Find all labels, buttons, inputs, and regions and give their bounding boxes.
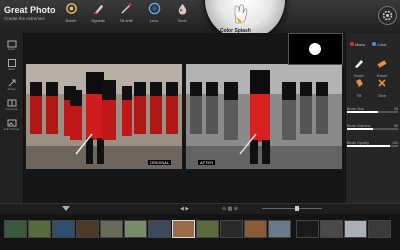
zoom-slider-knob[interactable] bbox=[295, 206, 299, 211]
mode-mono-label: Mono bbox=[355, 42, 366, 47]
tool-lens[interactable]: Lens bbox=[143, 2, 165, 23]
navigator-preview[interactable] bbox=[288, 33, 343, 65]
film-thumb[interactable] bbox=[4, 220, 27, 238]
film-thumb[interactable] bbox=[148, 220, 171, 238]
color-splash-hand-icon bbox=[234, 4, 248, 24]
slider-fill bbox=[347, 128, 373, 130]
film-thumb[interactable] bbox=[220, 220, 243, 238]
nav-arrows[interactable]: ◀ ▶ bbox=[180, 206, 189, 212]
tool-clear[interactable]: Clear bbox=[375, 76, 389, 98]
mono-dot-icon bbox=[350, 42, 354, 46]
film-thumb[interactable] bbox=[28, 220, 51, 238]
chevron-down-icon[interactable] bbox=[62, 206, 70, 211]
tool-label: Vignette bbox=[91, 19, 105, 23]
mode-color[interactable]: Color bbox=[372, 42, 387, 47]
slider-label: Brush Size bbox=[347, 107, 364, 111]
tool-vignette[interactable]: Vignette bbox=[87, 2, 109, 23]
mode-mono[interactable]: Mono bbox=[350, 42, 365, 47]
film-thumb[interactable] bbox=[76, 220, 99, 238]
film-thumb[interactable] bbox=[100, 220, 123, 238]
save-button[interactable]: Save bbox=[2, 58, 21, 72]
film-thumb[interactable] bbox=[320, 220, 343, 238]
compare-label: Compare bbox=[5, 107, 18, 111]
slider-value: 100 bbox=[392, 141, 398, 145]
next-icon[interactable]: ▶ bbox=[185, 206, 189, 212]
preview-image bbox=[309, 43, 321, 55]
mode-color-label: Color bbox=[377, 42, 387, 47]
film-thumb[interactable] bbox=[124, 220, 147, 238]
before-tag: ORIGINAL bbox=[148, 160, 172, 165]
slider-fill bbox=[347, 111, 378, 113]
film-thumb[interactable] bbox=[196, 220, 219, 238]
open-label: Open bbox=[7, 47, 16, 51]
film-thumb-selected[interactable] bbox=[172, 220, 195, 238]
app-title: Great Photo bbox=[4, 5, 56, 15]
grid-icon[interactable]: ▦ bbox=[228, 206, 233, 212]
gear-icon bbox=[382, 10, 393, 21]
photo-after bbox=[186, 64, 342, 169]
zoom-out-icon[interactable]: ⊖ bbox=[222, 206, 226, 212]
photo-before bbox=[26, 64, 182, 169]
clear-icon bbox=[378, 79, 386, 87]
tool-fill[interactable]: Fill bbox=[352, 76, 366, 98]
eraser-icon bbox=[377, 60, 387, 68]
slider-value: 50 bbox=[394, 124, 398, 128]
droplet-icon bbox=[178, 3, 186, 15]
prev-icon[interactable]: ◀ bbox=[180, 206, 184, 212]
slider-brush-softness[interactable]: Brush Softness 50 bbox=[347, 124, 398, 130]
zoom-slider[interactable] bbox=[262, 206, 322, 211]
film-thumb[interactable] bbox=[244, 220, 267, 238]
app-subtitle: Create the extremes bbox=[4, 16, 45, 21]
settings-button[interactable] bbox=[378, 6, 397, 25]
tool-label: Bokeh bbox=[65, 19, 77, 23]
film-thumb[interactable] bbox=[368, 220, 391, 238]
tool-label: Lens bbox=[149, 19, 159, 23]
slider-track[interactable] bbox=[347, 145, 398, 147]
bokeh-icon bbox=[65, 3, 77, 14]
brush-icon bbox=[93, 4, 103, 15]
edit-photos-label: Edit Photos bbox=[3, 127, 20, 131]
film-thumb[interactable] bbox=[296, 220, 319, 238]
compare-button[interactable]: Compare bbox=[2, 98, 21, 112]
slider-value: 58 bbox=[394, 107, 398, 111]
tool-tiltshift[interactable]: Tilt-shift bbox=[115, 2, 137, 23]
zoom-in-icon[interactable]: ⊕ bbox=[234, 206, 238, 212]
brush-icon bbox=[355, 60, 363, 68]
tool-label: Tilt-shift bbox=[119, 19, 133, 23]
slider-brush-opacity[interactable]: Brush Opacity 100 bbox=[347, 141, 398, 147]
color-dot-icon bbox=[372, 42, 376, 46]
tool-toner[interactable]: Toner bbox=[171, 2, 193, 23]
share-button[interactable]: Share bbox=[2, 78, 21, 92]
edit-photos-button[interactable]: Edit Photos bbox=[2, 118, 21, 132]
film-thumb[interactable] bbox=[52, 220, 75, 238]
clear-label: Clear bbox=[377, 94, 387, 98]
slider-brush-size[interactable]: Brush Size 58 bbox=[347, 107, 398, 113]
film-thumb[interactable] bbox=[344, 220, 367, 238]
tool-label: Toner bbox=[177, 19, 187, 23]
share-label: Share bbox=[7, 87, 16, 91]
slider-label: Brush Opacity bbox=[347, 141, 369, 145]
slider-track[interactable] bbox=[347, 128, 398, 130]
fill-label: Fill bbox=[356, 94, 362, 98]
slider-track[interactable] bbox=[347, 111, 398, 113]
fill-icon bbox=[356, 79, 363, 87]
view-icons: ⊖ ▦ ⊕ bbox=[222, 206, 238, 212]
save-label: Save bbox=[8, 67, 15, 71]
tool-eraser[interactable]: Eraser bbox=[375, 56, 389, 78]
wand-icon bbox=[120, 3, 132, 14]
slider-fill bbox=[347, 145, 391, 147]
after-tag: AFTER bbox=[198, 160, 216, 165]
tool-bokeh[interactable]: Bokeh bbox=[60, 2, 82, 23]
lens-icon bbox=[148, 2, 160, 15]
film-thumb[interactable] bbox=[268, 220, 291, 238]
open-button[interactable]: Open bbox=[2, 38, 21, 52]
tool-brush[interactable]: Brush bbox=[352, 56, 366, 78]
slider-label: Brush Softness bbox=[347, 124, 371, 128]
